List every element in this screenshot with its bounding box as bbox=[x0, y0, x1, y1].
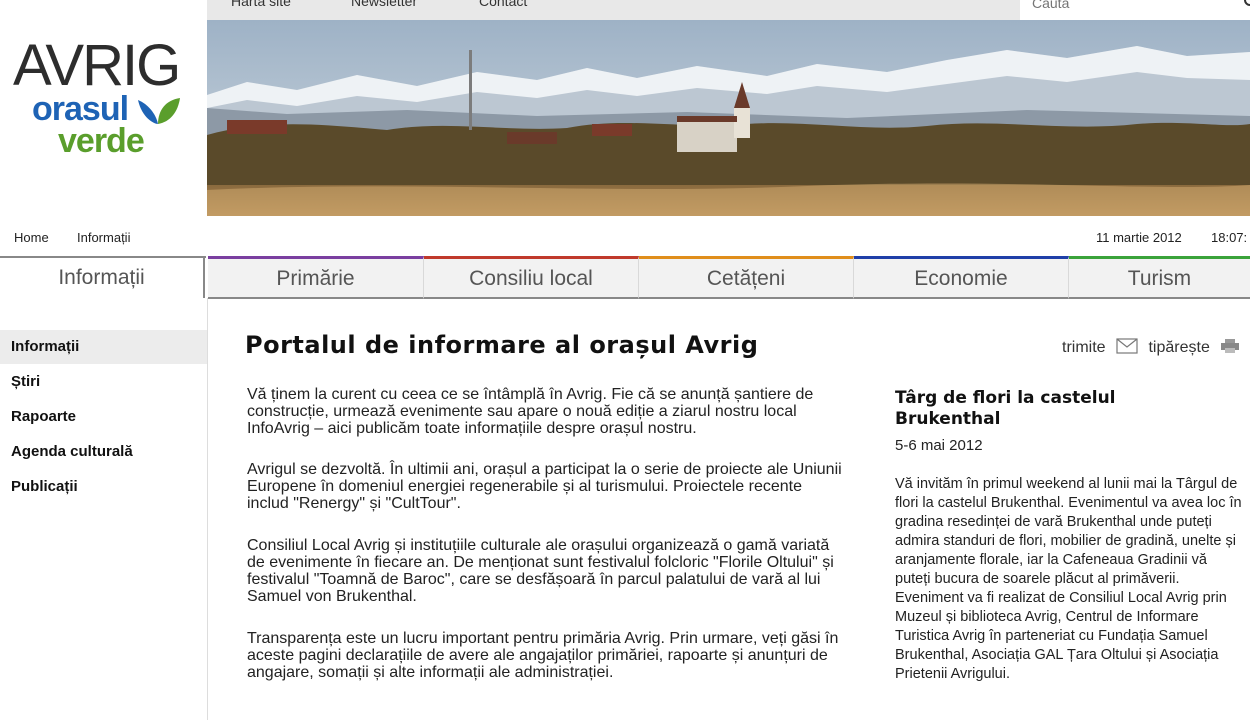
sitemap-link[interactable]: Harta site bbox=[231, 0, 291, 9]
tab-primarie[interactable]: Primărie bbox=[208, 256, 424, 299]
sidebar-item-stiri[interactable]: Știri bbox=[0, 365, 207, 399]
page-title: Portalul de informare al orașul Avrig bbox=[245, 331, 759, 359]
intro-paragraph-2: Avrigul se dezvoltă. În ultimii ani, ora… bbox=[247, 461, 842, 512]
intro-paragraph-1: Vă ținem la curent cu ceea ce se întâmpl… bbox=[247, 386, 814, 437]
leaf-icon bbox=[138, 98, 180, 124]
tab-consiliu-local[interactable]: Consiliu local bbox=[424, 256, 639, 299]
contact-link[interactable]: Contact bbox=[479, 0, 527, 9]
envelope-icon[interactable] bbox=[1116, 338, 1138, 354]
breadcrumb-current[interactable]: Informații bbox=[77, 230, 130, 245]
search-icon[interactable] bbox=[1244, 0, 1250, 6]
tab-cetateni[interactable]: Cetățeni bbox=[639, 256, 854, 299]
sidebar-item-publicatii[interactable]: Publicații bbox=[0, 470, 207, 504]
intro-paragraph-3: Consiliul Local Avrig și instituțiile cu… bbox=[247, 537, 834, 605]
tab-turism[interactable]: Turism bbox=[1069, 256, 1250, 299]
main-nav: Informații Primărie Consiliu local Cetăț… bbox=[0, 256, 1250, 299]
event-title[interactable]: Târg de flori la castelul Brukenthal bbox=[895, 388, 1155, 430]
banner-image bbox=[207, 20, 1250, 216]
tab-informatii[interactable]: Informații bbox=[0, 256, 205, 298]
print-link[interactable]: tipărește bbox=[1148, 339, 1209, 356]
intro-paragraph-4: Transparența este un lucru important pen… bbox=[247, 630, 839, 681]
page-actions: trimite tipărește bbox=[1062, 338, 1240, 357]
breadcrumb-home[interactable]: Home bbox=[14, 230, 49, 245]
event-description: Vă invităm în primul weekend al lunii ma… bbox=[895, 476, 1242, 682]
sidebar-item-informatii[interactable]: Informații bbox=[0, 330, 207, 364]
tab-economie[interactable]: Economie bbox=[854, 256, 1069, 299]
newsletter-link[interactable]: Newsletter bbox=[351, 0, 417, 9]
printer-icon[interactable] bbox=[1220, 338, 1240, 354]
logo-text-verde: verde bbox=[58, 122, 145, 160]
current-time: 18:07: bbox=[1211, 230, 1248, 245]
logo-text-avrig: AVRIG bbox=[13, 33, 181, 98]
sidebar-item-rapoarte[interactable]: Rapoarte bbox=[0, 400, 207, 434]
search-input[interactable] bbox=[1030, 0, 1234, 14]
sidebar-item-agenda-culturala[interactable]: Agenda culturală bbox=[0, 435, 207, 469]
event-date: 5-6 mai 2012 bbox=[895, 437, 983, 454]
top-bar: Harta site Newsletter Contact bbox=[207, 0, 1250, 20]
search-box bbox=[1020, 0, 1250, 20]
nav-divider bbox=[0, 256, 206, 258]
breadcrumb: Home Informații 11 martie 2012 18:07: bbox=[0, 226, 1250, 250]
sidebar-divider bbox=[207, 298, 208, 720]
current-date: 11 martie 2012 bbox=[1096, 230, 1182, 245]
site-logo[interactable]: AVRIG orasul verde bbox=[0, 20, 207, 216]
send-link[interactable]: trimite bbox=[1062, 339, 1106, 356]
